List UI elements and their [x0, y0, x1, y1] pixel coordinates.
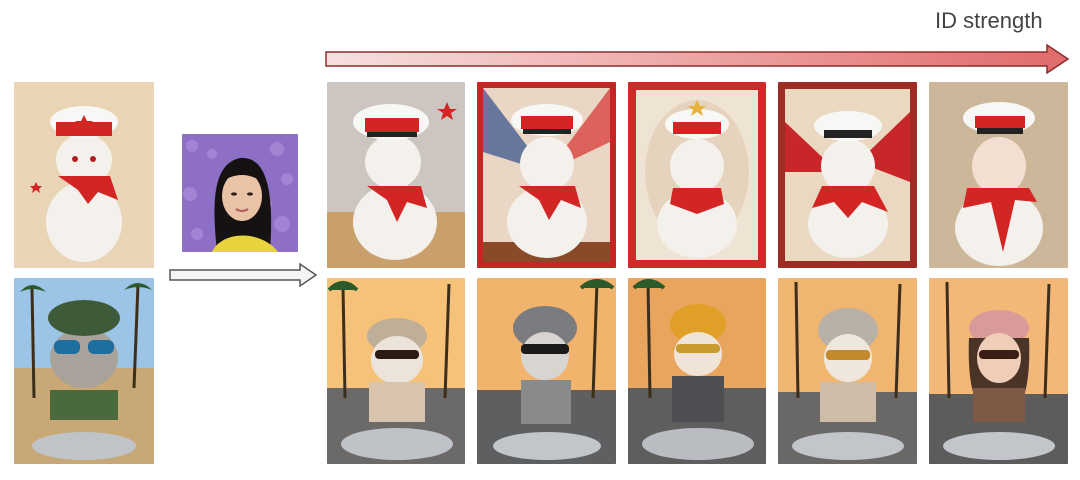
output-row2-strength-5	[929, 278, 1068, 464]
id-strength-label: ID strength	[935, 8, 1043, 33]
id-strength-arrow	[325, 43, 1070, 75]
output-row2-strength-2	[477, 278, 616, 464]
transfer-arrow	[168, 262, 318, 288]
output-row1-strength-2	[477, 82, 616, 268]
input-cat-motorcycle	[14, 278, 154, 464]
output-row1-strength-5	[929, 82, 1068, 268]
reference-face-photo	[182, 134, 298, 252]
output-row2-strength-4	[778, 278, 917, 464]
output-row2-strength-3	[628, 278, 766, 464]
output-row1-strength-4	[778, 82, 917, 268]
output-row1-strength-3	[628, 82, 766, 268]
output-row2-strength-1	[327, 278, 465, 464]
output-row1-strength-1	[327, 82, 465, 268]
input-white-cat-cap	[14, 82, 154, 268]
